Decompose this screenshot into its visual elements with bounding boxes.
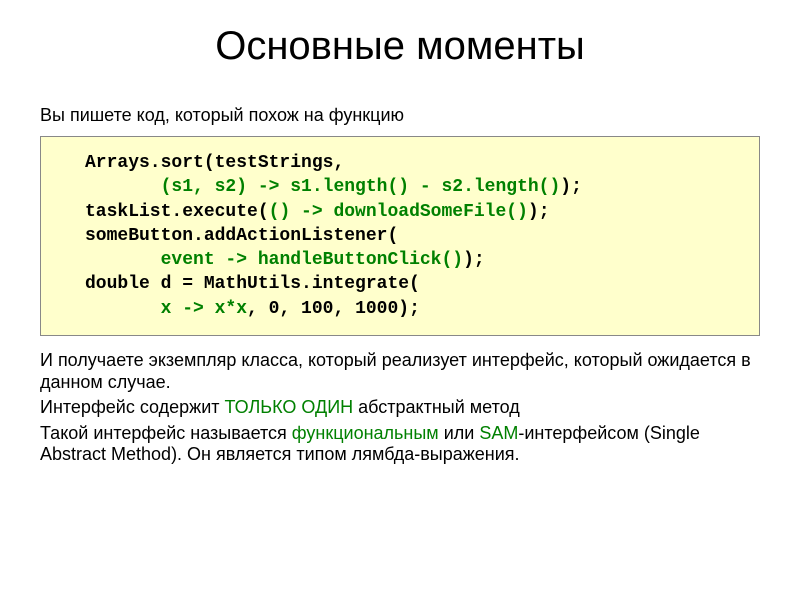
- code-l2-tail: );: [560, 177, 582, 197]
- code-l7-tail: , 0, 100, 1000);: [247, 299, 420, 319]
- code-l2-lambda: (s1, s2) -> s1.length() - s2.length(): [161, 177, 561, 197]
- para-3a: Такой интерфейс называется: [40, 423, 292, 443]
- code-l7-pad: [85, 299, 161, 319]
- code-l4: someButton.addActionListener(: [85, 226, 398, 246]
- para-2: Интерфейс содержит ТОЛЬКО ОДИН абстрактн…: [40, 397, 760, 419]
- slide-title: Основные моменты: [40, 24, 760, 69]
- code-l7-lambda: x -> x*x: [161, 299, 247, 319]
- para-3-em2: SAM: [479, 423, 518, 443]
- code-l2-pad: [85, 177, 161, 197]
- para-3: Такой интерфейс называется функциональны…: [40, 423, 760, 466]
- para-1: И получаете экземпляр класса, который ре…: [40, 350, 760, 393]
- code-l5-tail: );: [463, 250, 485, 270]
- code-l3a: taskList.execute(: [85, 202, 269, 222]
- code-l3-lambda: () -> downloadSomeFile(): [269, 202, 528, 222]
- para-3b: или: [439, 423, 480, 443]
- code-l1: Arrays.sort(testStrings,: [85, 153, 344, 173]
- code-l5-pad: [85, 250, 161, 270]
- para-2b: абстрактный метод: [353, 397, 520, 417]
- code-l3-tail: );: [528, 202, 550, 222]
- para-3-em1: функциональным: [292, 423, 439, 443]
- para-2-em: ТОЛЬКО ОДИН: [225, 397, 354, 417]
- code-l5-lambda: event -> handleButtonClick(): [161, 250, 463, 270]
- lead-text: Вы пишете код, который похож на функцию: [40, 105, 760, 126]
- code-l6: double d = MathUtils.integrate(: [85, 274, 420, 294]
- body-text: И получаете экземпляр класса, который ре…: [40, 350, 760, 466]
- code-block: Arrays.sort(testStrings, (s1, s2) -> s1.…: [40, 136, 760, 336]
- para-2a: Интерфейс содержит: [40, 397, 225, 417]
